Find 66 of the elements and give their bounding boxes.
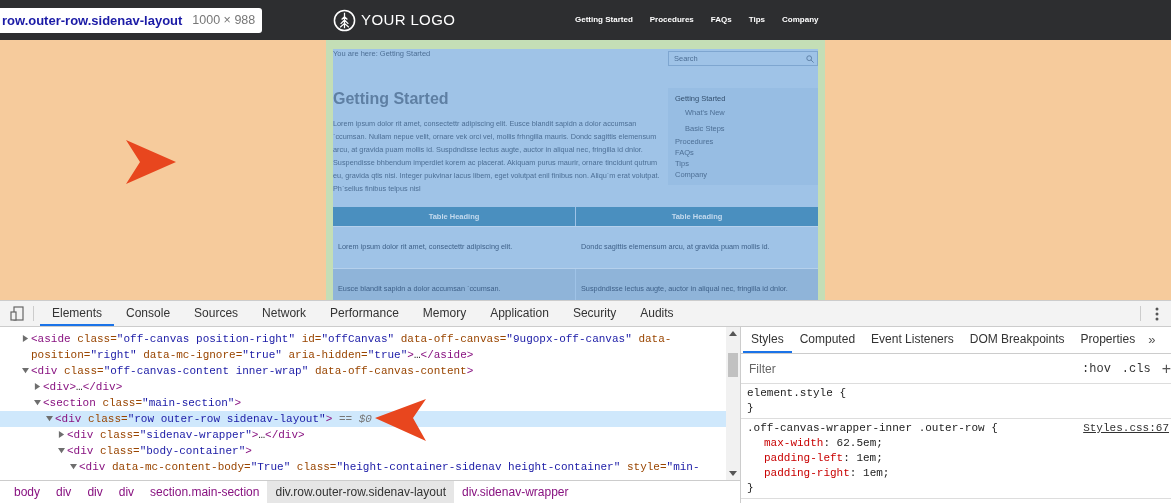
devtools-tab[interactable]: Sources (182, 301, 251, 326)
source-link[interactable]: Styles.css:67 (1083, 421, 1169, 436)
devtools-tab[interactable]: Application (478, 301, 561, 326)
collapse-arrow-icon[interactable] (22, 367, 29, 374)
class-button[interactable]: .cls (1121, 359, 1151, 378)
closing-brace: } (747, 401, 755, 416)
styles-tab[interactable]: Styles (743, 327, 792, 353)
devtools-tab[interactable]: Performance (318, 301, 411, 326)
closing-brace: } (747, 481, 755, 496)
dom-node[interactable]: <div class="off-canvas-content inner-wrap" data-off-canvas-content> (22, 363, 726, 379)
dom-node[interactable]: <aside class="off-canvas position-right" id="offCanvas" data-off-canvas="9ugopx-off-canvas" data-position="right" data-mc-ignore="true" aria-hidden="true">…</aside> (22, 331, 726, 363)
page-heading: Getting Started (333, 89, 450, 109)
dom-node[interactable]: <section class="main-section"> (34, 395, 726, 411)
collapse-arrow-icon[interactable] (70, 463, 77, 470)
collapse-arrow-icon[interactable] (58, 447, 65, 454)
collapse-arrow-icon[interactable] (34, 399, 41, 406)
css-declaration: padding-right: 1em; (763, 466, 891, 481)
scrollbar-thumb[interactable] (728, 352, 738, 377)
hover-state-button[interactable]: :hov (1082, 359, 1111, 378)
logo-text: YOUR LOGO (361, 9, 456, 30)
css-selector: .off-canvas-wrapper-inner .outer-row { (747, 421, 998, 436)
device-toolbar-icon[interactable] (9, 306, 24, 321)
devtools-tab[interactable]: Network (250, 301, 319, 326)
scrollbar[interactable] (726, 327, 740, 480)
devtools-tab[interactable]: Security (560, 301, 629, 326)
breadcrumb-item[interactable]: section.main-section (142, 481, 268, 503)
styles-tab[interactable]: Properties (1072, 327, 1144, 353)
css-declaration: max-width: 62.5em; (763, 436, 884, 451)
annotation-arrow (375, 399, 426, 441)
devtools-tab[interactable]: Memory (410, 301, 479, 326)
new-rule-button[interactable]: + (1161, 356, 1171, 381)
tree-logo-icon (333, 8, 356, 32)
tooltip-selector: row.outer-row.sidenav-layout (2, 11, 183, 30)
devtools-tab[interactable]: Elements (40, 301, 115, 326)
expand-arrow-icon[interactable] (22, 335, 29, 342)
expand-arrow-icon[interactable] (58, 431, 65, 438)
annotation-arrow (126, 140, 176, 184)
devtools-tab[interactable]: Console (114, 301, 183, 326)
nav-link[interactable]: Company (782, 14, 819, 26)
nav-link[interactable]: FAQs (710, 14, 732, 26)
dom-node[interactable]: <div class="body-container"> (58, 443, 726, 459)
dom-node[interactable]: <div class="sidenav-wrapper">…</div> (58, 427, 726, 443)
scroll-up-icon[interactable] (729, 331, 737, 336)
more-options-icon[interactable] (1155, 306, 1159, 321)
breadcrumb-item[interactable]: div (79, 481, 111, 503)
breadcrumb-item[interactable]: div (110, 481, 143, 503)
styles-tab[interactable]: Computed (791, 327, 864, 353)
scroll-down-icon[interactable] (729, 471, 737, 476)
dom-node[interactable]: <div data-mc-content-body="True" class="height-container-sidenav height-container" style="min- (70, 459, 726, 475)
dom-node[interactable]: <div>…</div> (34, 379, 726, 395)
collapse-arrow-icon[interactable] (46, 415, 53, 422)
css-selector: element.style { (747, 386, 847, 401)
breadcrumb-item[interactable]: div.row.outer-row.sidenav-layout (267, 481, 454, 503)
nav-link[interactable]: Getting Started (575, 14, 633, 26)
breadcrumb-item[interactable]: div.sidenav-wrapper (454, 481, 577, 503)
expand-arrow-icon[interactable] (34, 383, 41, 390)
css-declaration: padding-left: 1em; (763, 451, 884, 466)
devtools-tab[interactable]: Audits (628, 301, 686, 326)
nav-link[interactable]: Procedures (649, 14, 694, 26)
more-tabs-button[interactable]: » (1148, 327, 1156, 353)
breadcrumb-item[interactable]: body (6, 481, 49, 503)
breadcrumb-item[interactable]: div (48, 481, 80, 503)
styles-tab[interactable]: DOM Breakpoints (961, 327, 1073, 353)
tooltip-size: 1000 × 988 (192, 12, 256, 30)
styles-tab[interactable]: Event Listeners (863, 327, 962, 353)
nav-link[interactable]: Tips (748, 14, 766, 26)
